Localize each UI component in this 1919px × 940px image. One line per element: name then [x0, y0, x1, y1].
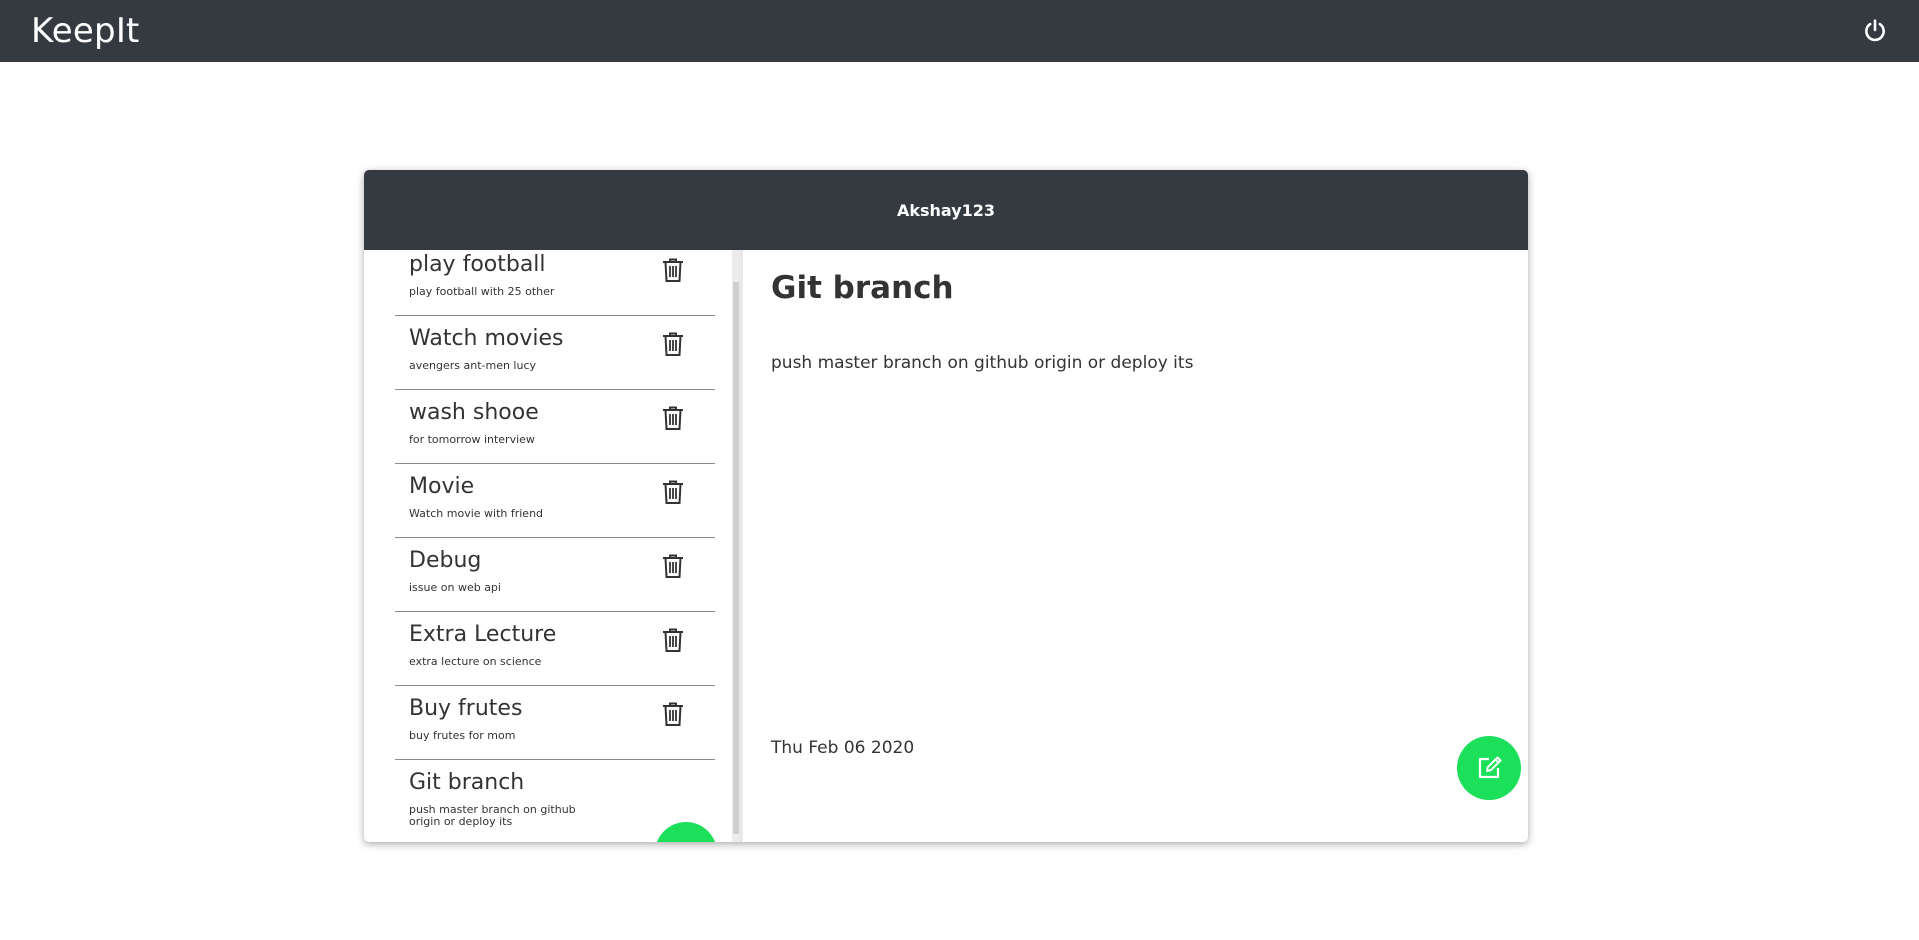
- edit-icon: [1478, 756, 1502, 779]
- trash-icon[interactable]: [661, 479, 685, 505]
- note-description: play football with 25 other: [409, 285, 555, 298]
- note-title: play football: [409, 252, 546, 277]
- note-list: play football play football with 25 othe…: [395, 250, 715, 842]
- note-item[interactable]: wash shooe for tomorrow interview: [395, 390, 715, 464]
- note-item[interactable]: play football play football with 25 othe…: [395, 250, 715, 316]
- note-title: Movie: [409, 474, 475, 499]
- note-item[interactable]: Watch movies avengers ant-men lucy: [395, 316, 715, 390]
- notes-card: Akshay123 play football play football wi…: [364, 170, 1528, 842]
- note-description: for tomorrow interview: [409, 433, 535, 446]
- power-icon: [1865, 19, 1885, 42]
- trash-icon[interactable]: [661, 701, 685, 727]
- note-description: extra lecture on science: [409, 655, 542, 668]
- trash-icon[interactable]: [661, 627, 685, 653]
- note-item[interactable]: Debug issue on web api: [395, 538, 715, 612]
- note-title: Git branch: [409, 770, 525, 795]
- notes-sidebar: play football play football with 25 othe…: [364, 250, 739, 842]
- trash-icon[interactable]: [661, 331, 685, 357]
- note-item[interactable]: Extra Lecture extra lecture on science: [395, 612, 715, 686]
- trash-icon[interactable]: [661, 553, 685, 579]
- note-title: Extra Lecture: [409, 622, 557, 647]
- detail-title: Git branch: [771, 270, 954, 306]
- note-description: Watch movie with friend: [409, 507, 544, 520]
- top-navbar: KeepIt: [0, 0, 1919, 62]
- note-title: Watch movies: [409, 326, 564, 351]
- note-item[interactable]: Movie Watch movie with friend: [395, 464, 715, 538]
- trash-icon[interactable]: [661, 405, 685, 431]
- note-title: Buy frutes: [409, 696, 523, 721]
- username-label: Akshay123: [896, 200, 996, 220]
- detail-description: push master branch on github origin or d…: [771, 353, 1194, 373]
- plus-icon: [673, 840, 699, 842]
- note-description: avengers ant-men lucy: [409, 359, 537, 372]
- panel-divider: [739, 250, 743, 842]
- detail-date: Thu Feb 06 2020: [771, 738, 915, 758]
- note-description: buy frutes for mom: [409, 729, 516, 742]
- note-description: issue on web api: [409, 581, 501, 594]
- trash-icon[interactable]: [661, 257, 685, 283]
- edit-note-button[interactable]: [1457, 736, 1521, 800]
- card-body: play football play football with 25 othe…: [364, 250, 1528, 842]
- notes-scrollbar[interactable]: [732, 250, 739, 842]
- note-detail-panel: Git branch push master branch on github …: [748, 250, 1528, 842]
- card-header: Akshay123: [364, 170, 1528, 250]
- note-title: Debug: [409, 548, 482, 573]
- app-brand[interactable]: KeepIt: [31, 11, 140, 51]
- note-title: wash shooe: [409, 400, 539, 425]
- note-item[interactable]: Buy frutes buy frutes for mom: [395, 686, 715, 760]
- note-description: push master branch on github origin or d…: [409, 803, 576, 828]
- logout-button[interactable]: [1860, 16, 1890, 46]
